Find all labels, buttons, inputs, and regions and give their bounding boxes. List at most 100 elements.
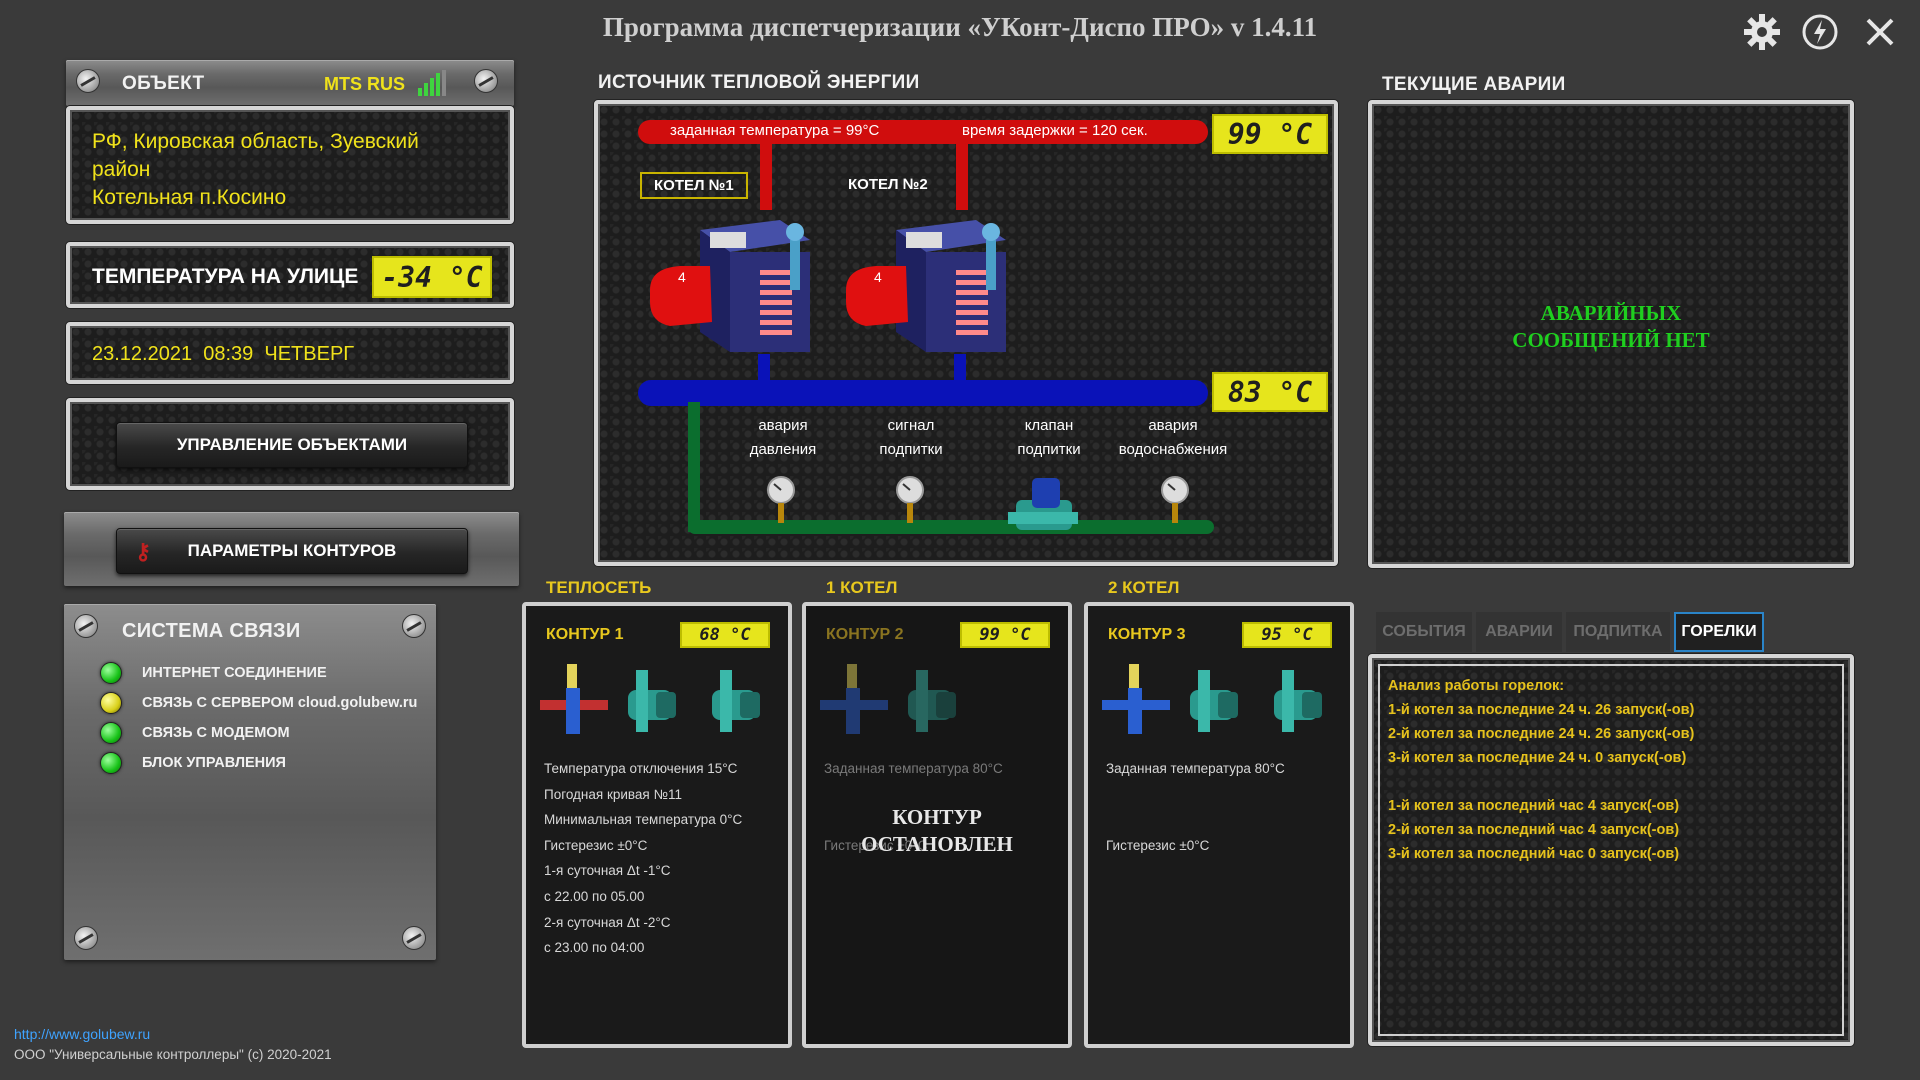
sensor-label-line: водоснабжения xyxy=(1118,441,1228,458)
comm-item: СВЯЗЬ С СЕРВЕРОМ cloud.golubew.ru xyxy=(100,688,417,718)
log-panel: Анализ работы горелок: 1-й котел за посл… xyxy=(1368,654,1854,1046)
contour-3-card[interactable]: КОНТУР 3 95 °C Заданная температура 80°C… xyxy=(1084,602,1354,1048)
outdoor-temp-display: -34 °C xyxy=(372,256,492,298)
contour-name: КОНТУР 2 xyxy=(826,626,904,643)
contour-temp-display: 95 °C xyxy=(1242,622,1332,648)
contour-name: КОНТУР 3 xyxy=(1108,626,1186,643)
address-line: РФ, Кировская область, Зуевский xyxy=(92,130,419,153)
contour-setting: Заданная температура 80°C xyxy=(824,761,1003,776)
sensor-label-line: подпитки xyxy=(879,441,943,458)
heat-source-schematic: заданная температура = 99°C время задерж… xyxy=(594,100,1338,566)
app-title: Программа диспетчеризации «УКонт-Диспо П… xyxy=(602,12,1318,42)
sensor-label: клапан подпитки xyxy=(984,414,1114,462)
riser-pipe-2 xyxy=(956,140,968,210)
no-alarms-line: СООБЩЕНИЙ НЕТ xyxy=(1512,328,1710,352)
datetime-display: 23.12.2021 08:39 ЧЕТВЕРГ xyxy=(92,343,355,365)
contour-pumps-icon xyxy=(1098,660,1348,740)
boiler-2-label: КОТЕЛ №2 xyxy=(848,176,928,193)
contour-settings: Заданная температура 80°C Гистерезис ±0°… xyxy=(1106,756,1285,858)
contour-setting: Температура отключения 15°C xyxy=(544,761,738,776)
comm-item: СВЯЗЬ С МОДЕМОМ xyxy=(100,718,417,748)
screw-icon xyxy=(474,69,498,93)
log-line: Анализ работы горелок: xyxy=(1388,678,1565,694)
contour-pumps-icon xyxy=(536,660,786,740)
website-link[interactable]: http://www.golubew.ru xyxy=(14,1026,150,1042)
feed-pipe-vertical xyxy=(688,402,700,532)
comm-item: БЛОК УПРАВЛЕНИЯ xyxy=(100,748,417,778)
contour-stopped-message: КОНТУР ОСТАНОВЛЕН xyxy=(806,804,1068,858)
status-led xyxy=(100,752,122,774)
riser-pipe-1 xyxy=(760,140,772,210)
manage-objects-button[interactable]: УПРАВЛЕНИЕ ОБЪЕКТАМИ xyxy=(116,422,468,468)
contour-temp-display: 99 °C xyxy=(960,622,1050,648)
contour-params-button[interactable]: ⚷ ПАРАМЕТРЫ КОНТУРОВ xyxy=(116,528,468,574)
copyright: ООО "Универсальные контроллеры" (с) 2020… xyxy=(14,1047,332,1062)
tab-makeup[interactable]: ПОДПИТКА xyxy=(1566,612,1670,652)
supply-temp-display: 99 °C xyxy=(1212,114,1328,154)
screw-icon xyxy=(402,614,426,638)
object-address: РФ, Кировская область, Зуевский район Ко… xyxy=(92,128,419,212)
no-alarms-line: АВАРИЙНЫХ xyxy=(1540,301,1682,325)
contour-setting: Гистерезис ±0°C xyxy=(544,837,648,853)
contour-setting xyxy=(1106,807,1285,833)
status-led xyxy=(100,722,122,744)
log-line: 2-й котел за последние 24 ч. 26 запуск(-… xyxy=(1388,726,1695,742)
delay-label: время задержки = 120 сек. xyxy=(962,122,1148,139)
screw-icon xyxy=(76,69,100,93)
contour-setting: с 23.00 по 04:00 xyxy=(544,940,645,956)
return-temp-display: 83 °C xyxy=(1212,372,1328,412)
set-temp-label: заданная температура = 99°C xyxy=(670,122,880,139)
settings-icon[interactable] xyxy=(1740,10,1784,54)
boiler-2-icon: 4 xyxy=(836,210,1036,360)
log-line: 1-й котел за последний час 4 запуск(-ов) xyxy=(1388,798,1680,814)
address-line: район xyxy=(92,158,151,181)
comm-panel: СИСТЕМА СВЯЗИ ИНТЕРНЕТ СОЕДИНЕНИЕ СВЯЗЬ … xyxy=(64,604,436,960)
sensor-label-line: подпитки xyxy=(1017,441,1081,458)
sensor-label-line: давления xyxy=(749,441,817,458)
contour-stopped-line: КОНТУР xyxy=(892,805,982,829)
object-header-label: ОБЪЕКТ xyxy=(122,73,205,94)
key-icon: ⚷ xyxy=(135,539,152,564)
contour-temp-display: 68 °C xyxy=(680,622,770,648)
comm-item-label: БЛОК УПРАВЛЕНИЯ xyxy=(142,755,286,771)
outdoor-temp-label: ТЕМПЕРАТУРА НА УЛИЦЕ xyxy=(92,265,359,288)
contour-setting: Погодная кривая №11 xyxy=(544,786,682,802)
status-led xyxy=(100,662,122,684)
tab-events[interactable]: СОБЫТИЯ xyxy=(1376,612,1472,652)
contour-setting: Заданная температура 80°C xyxy=(1106,761,1285,776)
object-address-panel: РФ, Кировская область, Зуевский район Ко… xyxy=(66,106,514,224)
manage-panel: УПРАВЛЕНИЕ ОБЪЕКТАМИ xyxy=(66,398,514,490)
comm-item-label: ИНТЕРНЕТ СОЕДИНЕНИЕ xyxy=(142,665,327,681)
contour-setting: Гистерезис ±0°C xyxy=(1106,837,1210,853)
contour-pumps-icon xyxy=(816,660,1066,740)
screw-icon xyxy=(402,926,426,950)
object-header: ОБЪЕКТ MTS RUS xyxy=(66,60,514,106)
contour-name: КОНТУР 1 xyxy=(546,626,624,643)
contour-setting xyxy=(1106,782,1285,808)
return-pipe xyxy=(638,380,1208,406)
log-line: 2-й котел за последний час 4 запуск(-ов) xyxy=(1388,822,1680,838)
boiler-1-icon: 4 xyxy=(640,210,840,360)
pressure-gauge-icon xyxy=(894,476,926,524)
pressure-gauge-icon xyxy=(765,476,797,524)
comm-item-label: СВЯЗЬ С МОДЕМОМ xyxy=(142,725,290,741)
contour-group-label: 2 КОТЕЛ xyxy=(1108,578,1180,597)
sensor-label: сигнал подпитки xyxy=(846,414,976,462)
contour-1-card[interactable]: КОНТУР 1 68 °C Температура отключения 15… xyxy=(522,602,792,1048)
log-frame: Анализ работы горелок: 1-й котел за посл… xyxy=(1378,664,1844,1036)
contour-params-label: ПАРАМЕТРЫ КОНТУРОВ xyxy=(187,541,397,560)
tab-burners[interactable]: ГОРЕЛКИ xyxy=(1674,612,1764,652)
log-tabs: СОБЫТИЯ АВАРИИ ПОДПИТКА ГОРЕЛКИ xyxy=(1376,612,1764,652)
close-icon[interactable] xyxy=(1858,10,1902,54)
params-panel: ⚷ ПАРАМЕТРЫ КОНТУРОВ xyxy=(64,512,519,586)
svg-text:4: 4 xyxy=(678,269,686,285)
power-icon[interactable] xyxy=(1798,10,1842,54)
sensor-label-line: авария xyxy=(1148,417,1198,434)
tab-alarms[interactable]: АВАРИИ xyxy=(1476,612,1562,652)
contour-2-card[interactable]: КОНТУР 2 99 °C Заданная температура 80°C… xyxy=(802,602,1072,1048)
sensor-label-line: клапан xyxy=(1024,417,1074,434)
sensor-label: авария водоснабжения xyxy=(1098,414,1248,462)
log-line: 3-й котел за последний час 0 запуск(-ов) xyxy=(1388,846,1680,862)
svg-text:4: 4 xyxy=(874,269,882,285)
